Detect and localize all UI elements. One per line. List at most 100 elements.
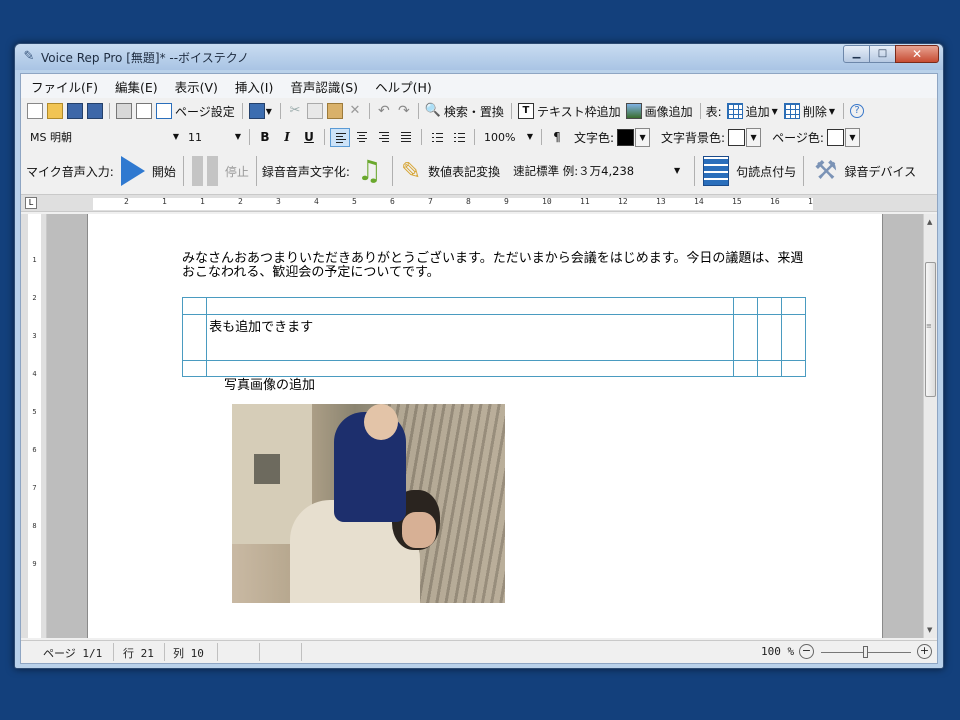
number-format-select[interactable]: 速記標準 例:３万4,238 ▼ bbox=[509, 160, 684, 182]
table-add-button[interactable]: 追加 bbox=[746, 103, 770, 120]
horizontal-ruler[interactable]: L 21123456789101112131415161718 bbox=[21, 194, 937, 212]
font-select[interactable]: MS 明朝 ▼ bbox=[25, 127, 183, 147]
menu-file[interactable]: ファイル(F) bbox=[31, 77, 98, 96]
chevron-down-icon[interactable]: ▼ bbox=[635, 127, 651, 147]
zoom-select[interactable]: 100% ▼ bbox=[479, 127, 537, 147]
table-cell[interactable] bbox=[732, 314, 758, 361]
document-table[interactable]: 表も追加できます bbox=[181, 297, 807, 377]
table-cell[interactable] bbox=[206, 297, 734, 315]
text-bg-color-swatch[interactable] bbox=[728, 128, 746, 146]
open-folder-icon[interactable] bbox=[47, 103, 63, 119]
bullet-list-icon[interactable] bbox=[427, 128, 447, 147]
paragraph-mark-button[interactable]: ¶ bbox=[547, 128, 567, 147]
title-bar[interactable]: ✎ Voice Rep Pro [無題]* --ボイステクノ ▁ □ ✕ bbox=[15, 44, 943, 70]
italic-button[interactable]: I bbox=[277, 128, 297, 147]
binoculars-icon[interactable]: 🔍 bbox=[425, 103, 441, 119]
print-icon[interactable] bbox=[116, 103, 132, 119]
undo-icon[interactable]: ↶ bbox=[376, 103, 392, 119]
pause-icon[interactable] bbox=[191, 156, 218, 186]
save-as-icon[interactable] bbox=[87, 103, 103, 119]
menu-insert[interactable]: 挿入(I) bbox=[235, 77, 273, 96]
align-justify-icon[interactable] bbox=[396, 128, 416, 147]
text-frame-button[interactable]: テキスト枠追加 bbox=[537, 103, 621, 120]
table-cell[interactable] bbox=[181, 297, 208, 315]
copy-icon[interactable] bbox=[306, 103, 323, 119]
redo-icon[interactable]: ↷ bbox=[396, 103, 412, 119]
print-preview-icon[interactable] bbox=[136, 103, 152, 119]
table-cell[interactable]: 表も追加できます bbox=[206, 314, 734, 361]
chevron-down-icon[interactable]: ▼ bbox=[266, 107, 272, 116]
chevron-down-icon[interactable]: ▼ bbox=[746, 127, 762, 147]
search-replace-button[interactable]: 検索・置換 bbox=[444, 103, 504, 120]
maximize-button[interactable]: □ bbox=[869, 45, 896, 63]
table-cell[interactable] bbox=[756, 297, 782, 315]
stop-button[interactable]: 停止 bbox=[225, 163, 249, 180]
scroll-up-icon[interactable]: ▲ bbox=[927, 218, 932, 226]
image-caption[interactable]: 写真画像の追加 bbox=[224, 374, 315, 393]
new-document-icon[interactable] bbox=[27, 103, 43, 119]
chevron-down-icon[interactable]: ▼ bbox=[772, 107, 778, 116]
notepad-icon[interactable] bbox=[703, 156, 730, 186]
vertical-scrollbar[interactable]: ▲ ≡ ▼ bbox=[923, 214, 937, 638]
table-delete-button[interactable]: 削除 bbox=[803, 103, 827, 120]
music-note-icon[interactable]: ♫ bbox=[357, 156, 382, 186]
insert-dropdown-icon[interactable] bbox=[248, 103, 265, 119]
scroll-down-icon[interactable]: ▼ bbox=[927, 626, 932, 634]
number-convert-button[interactable]: 数値表記変換 bbox=[428, 163, 500, 180]
cut-icon[interactable]: ✂ bbox=[287, 103, 303, 119]
text-color-swatch[interactable] bbox=[617, 128, 635, 146]
table-cell[interactable] bbox=[732, 297, 758, 315]
chevron-down-icon[interactable]: ▼ bbox=[844, 127, 860, 147]
recording-device-button[interactable]: 録音デバイス bbox=[844, 163, 916, 180]
image-icon[interactable] bbox=[625, 103, 642, 119]
menu-help[interactable]: ヘルプ(H) bbox=[375, 77, 432, 96]
document-page[interactable]: みなさんおあつまりいただきありがとうございます。ただいまから会議をはじめます。今… bbox=[87, 214, 883, 638]
table-delete-icon[interactable] bbox=[783, 103, 800, 119]
table-cell[interactable] bbox=[780, 297, 807, 315]
bold-button[interactable]: B bbox=[255, 128, 275, 147]
table-cell[interactable] bbox=[756, 360, 782, 377]
inserted-photo[interactable] bbox=[232, 404, 505, 603]
tab-stop-selector[interactable]: L bbox=[25, 197, 37, 209]
align-left-icon[interactable] bbox=[330, 127, 350, 147]
start-button[interactable]: 開始 bbox=[152, 163, 176, 180]
table-cell[interactable] bbox=[756, 314, 782, 361]
table-add-icon[interactable] bbox=[726, 103, 743, 119]
punctuation-button[interactable]: 句読点付与 bbox=[736, 163, 796, 180]
menu-view[interactable]: 表示(V) bbox=[175, 77, 218, 96]
menu-speech[interactable]: 音声認識(S) bbox=[290, 77, 358, 96]
numbered-list-icon[interactable] bbox=[449, 128, 469, 147]
paste-icon[interactable] bbox=[326, 103, 343, 119]
page-color-swatch[interactable] bbox=[826, 128, 844, 146]
zoom-slider-thumb[interactable] bbox=[863, 646, 868, 658]
page-setup-button[interactable]: ページ設定 bbox=[175, 103, 235, 120]
table-cell[interactable] bbox=[780, 360, 807, 377]
minimize-button[interactable]: ▁ bbox=[843, 45, 870, 63]
ruler-scale[interactable]: 21123456789101112131415161718 bbox=[93, 198, 813, 210]
chevron-down-icon[interactable]: ▼ bbox=[829, 107, 835, 116]
save-icon[interactable] bbox=[67, 103, 83, 119]
pencil-icon[interactable]: ✎ bbox=[401, 156, 421, 186]
font-size-select[interactable]: 11 ▼ bbox=[183, 127, 245, 147]
ruler-mark: 14 bbox=[694, 198, 704, 206]
align-center-icon[interactable] bbox=[352, 128, 372, 147]
table-cell[interactable] bbox=[181, 360, 208, 377]
tools-icon[interactable]: ⚒ bbox=[814, 156, 837, 186]
close-button[interactable]: ✕ bbox=[895, 45, 939, 63]
table-cell[interactable] bbox=[780, 314, 807, 361]
table-cell[interactable] bbox=[732, 360, 758, 377]
zoom-out-icon[interactable]: − bbox=[799, 644, 814, 659]
delete-icon[interactable]: ✕ bbox=[347, 103, 363, 119]
text-frame-icon[interactable]: T bbox=[517, 103, 534, 119]
play-icon[interactable] bbox=[120, 156, 145, 186]
page-setup-icon[interactable] bbox=[156, 103, 172, 119]
table-cell[interactable] bbox=[181, 314, 208, 361]
help-icon[interactable]: ? bbox=[850, 104, 864, 118]
document-paragraph[interactable]: みなさんおあつまりいただきありがとうございます。ただいまから会議をはじめます。今… bbox=[182, 252, 806, 280]
underline-button[interactable]: U bbox=[299, 128, 319, 147]
vertical-ruler[interactable]: 1 2 3 4 5 6 7 8 9 bbox=[21, 214, 47, 638]
zoom-in-icon[interactable]: + bbox=[917, 644, 932, 659]
menu-edit[interactable]: 編集(E) bbox=[115, 77, 158, 96]
image-add-button[interactable]: 画像追加 bbox=[645, 103, 693, 120]
align-right-icon[interactable] bbox=[374, 128, 394, 147]
